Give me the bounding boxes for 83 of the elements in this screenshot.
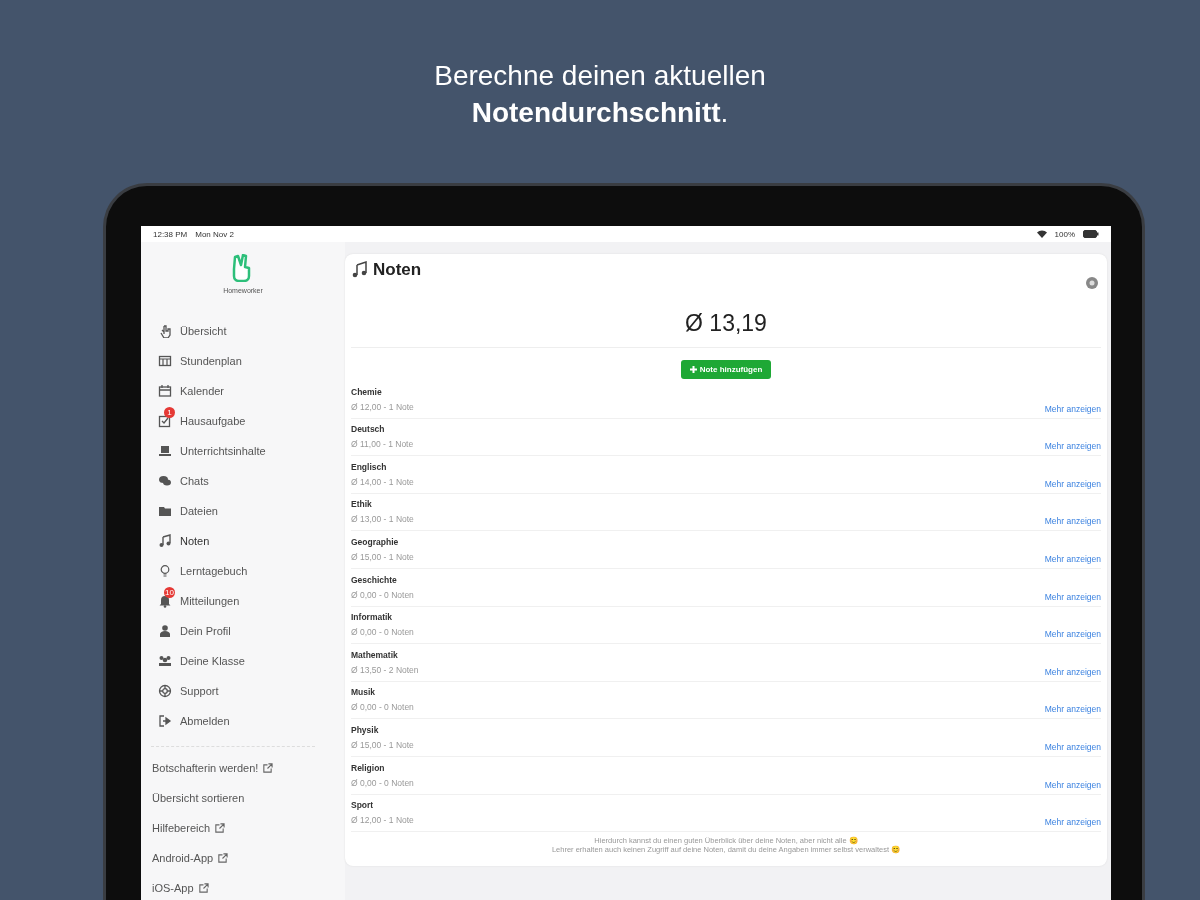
subject-name: Deutsch xyxy=(351,424,386,435)
subject-average: Ø 11,00 - 1 Note xyxy=(351,439,414,450)
status-date: Mon Nov 2 xyxy=(195,229,234,239)
sidebar-item[interactable]: Übersicht xyxy=(141,316,345,346)
sidebar-link[interactable]: Hilfebereich xyxy=(141,813,345,843)
sidebar-item[interactable]: Lerntagebuch xyxy=(141,556,345,586)
menu-item-icon xyxy=(158,384,172,398)
menu-item-icon xyxy=(158,714,172,728)
menu-item-icon xyxy=(158,534,172,548)
sidebar-item[interactable]: Deine Klasse xyxy=(141,646,345,676)
show-more-link[interactable]: Mehr anzeigen xyxy=(1044,666,1101,677)
sidebar-item[interactable]: 10 Mitteilungen xyxy=(141,586,345,616)
page-title: Noten xyxy=(373,260,422,280)
headline: Notendurchschnitt. xyxy=(471,96,729,130)
subject-average: Ø 14,00 - 1 Note xyxy=(351,476,414,487)
subject-average: Ø 0,00 - 0 Noten xyxy=(351,702,414,713)
show-more-link[interactable]: Mehr anzeigen xyxy=(1044,403,1101,414)
subject-average: Ø 0,00 - 0 Noten xyxy=(351,589,414,600)
show-more-link[interactable]: Mehr anzeigen xyxy=(1044,817,1101,828)
subject-average: Ø 0,00 - 0 Noten xyxy=(351,777,414,788)
sidebar-item[interactable]: Stundenplan xyxy=(141,346,345,376)
sidebar-item[interactable]: Abmelden xyxy=(141,706,345,736)
show-more-link[interactable]: Mehr anzeigen xyxy=(1044,478,1101,489)
menu-item-icon xyxy=(158,474,172,488)
show-more-link[interactable]: Mehr anzeigen xyxy=(1044,629,1101,640)
subject-average: Ø 13,50 - 2 Noten xyxy=(351,664,419,675)
grade-average: Ø 13,19 xyxy=(685,310,767,336)
notification-badge: 1 xyxy=(164,407,175,418)
menu-item-icon xyxy=(158,414,172,428)
subject-name: Geographie xyxy=(351,536,400,547)
sidebar-item[interactable]: Dateien xyxy=(141,496,345,526)
subject-name: Informatik xyxy=(351,612,394,623)
show-more-link[interactable]: Mehr anzeigen xyxy=(1044,779,1101,790)
subject-name: Sport xyxy=(351,800,375,811)
battery-icon xyxy=(1083,230,1099,238)
subject-name: Englisch xyxy=(351,461,388,472)
menu-item-icon xyxy=(158,504,172,518)
subject-average: Ø 15,00 - 1 Note xyxy=(351,551,414,562)
subject-name: Religion xyxy=(351,762,386,773)
show-more-link[interactable]: Mehr anzeigen xyxy=(1044,704,1101,715)
show-more-link[interactable]: Mehr anzeigen xyxy=(1044,741,1101,752)
subject-name: Geschichte xyxy=(351,574,398,585)
sidebar-item[interactable]: Unterrichtsinhalte xyxy=(141,436,345,466)
sidebar-item[interactable]: Dein Profil xyxy=(141,616,345,646)
wifi-icon xyxy=(1036,230,1047,238)
show-more-link[interactable]: Mehr anzeigen xyxy=(1044,516,1101,527)
sidebar-link[interactable]: Botschafterin werden! xyxy=(141,753,345,783)
settings-icon[interactable] xyxy=(1085,276,1099,290)
sidebar-item[interactable]: Kalender xyxy=(141,376,345,406)
music-notes-icon xyxy=(351,261,369,279)
show-more-link[interactable]: Mehr anzeigen xyxy=(1044,591,1101,602)
status-time: 12:38 PM xyxy=(153,229,188,239)
headline: Berechne deinen aktuellen xyxy=(434,59,766,93)
sidebar-link[interactable]: Android-App xyxy=(141,843,345,873)
subject-name: Musik xyxy=(351,687,377,698)
subject-average: Ø 15,00 - 1 Note xyxy=(351,739,414,750)
subject-average: Ø 0,00 - 0 Noten xyxy=(351,627,414,638)
menu-item-icon xyxy=(158,684,172,698)
subject-name: Ethik xyxy=(351,499,373,510)
menu-item-icon xyxy=(158,624,172,638)
sidebar-item[interactable]: 1 Hausaufgabe xyxy=(141,406,345,436)
subject-average: Ø 12,00 - 1 Note xyxy=(351,401,414,412)
menu-item-icon xyxy=(158,324,172,338)
sidebar-link[interactable]: iOS-App xyxy=(141,873,345,900)
subject-average: Ø 13,00 - 1 Note xyxy=(351,514,414,525)
menu-item-icon xyxy=(158,594,172,608)
battery-level: 100% xyxy=(1054,229,1075,239)
sidebar-link[interactable]: Übersicht sortieren xyxy=(141,783,345,813)
menu-item-icon xyxy=(158,564,172,578)
show-more-link[interactable]: Mehr anzeigen xyxy=(1044,553,1101,564)
sidebar-item[interactable]: Noten xyxy=(141,526,345,556)
sidebar-item[interactable]: Support xyxy=(141,676,345,706)
menu-item-icon xyxy=(158,444,172,458)
notification-badge: 10 xyxy=(164,587,175,598)
subject-name: Physik xyxy=(351,724,380,735)
subject-name: Mathematik xyxy=(351,649,399,660)
menu-item-icon xyxy=(158,354,172,368)
plus-icon xyxy=(689,366,697,373)
show-more-link[interactable]: Mehr anzeigen xyxy=(1044,441,1101,452)
subject-average: Ø 12,00 - 1 Note xyxy=(351,815,414,826)
subject-name: Chemie xyxy=(351,386,383,397)
menu-item-icon xyxy=(158,654,172,668)
sidebar-item[interactable]: Chats xyxy=(141,466,345,496)
